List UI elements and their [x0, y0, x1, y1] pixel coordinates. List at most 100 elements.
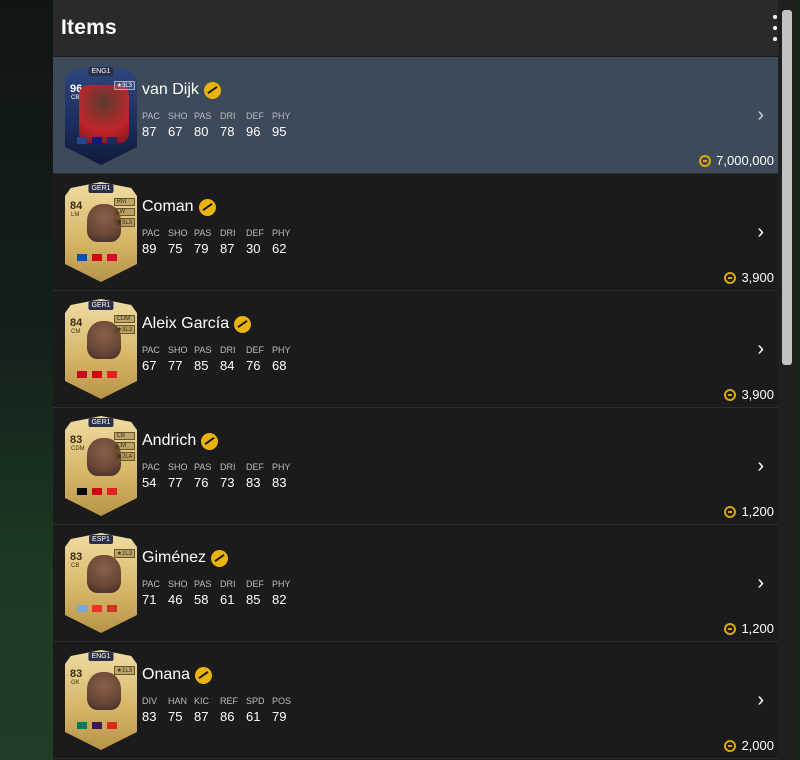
player-card: ENG1 83 GK ★1L3	[65, 650, 137, 750]
chemistry-style-icon	[198, 198, 216, 216]
stat-value: 61	[220, 592, 235, 607]
league-logo-icon	[92, 371, 102, 378]
player-rating: 84	[70, 200, 83, 212]
stat-label: DRI	[220, 345, 236, 355]
stat-value: 46	[168, 592, 183, 607]
player-stats: DIV HAN KIC REF SPD POS 83 75 87 86 61 79	[142, 696, 298, 724]
card-tag: LW	[113, 208, 135, 216]
player-card: ESP1 83 CB ★2L3	[65, 533, 137, 633]
card-tag: ★3L3	[113, 81, 135, 90]
stat-value: 87	[220, 241, 235, 256]
item-price: 1,200	[724, 621, 774, 636]
stat-value: 76	[246, 358, 261, 373]
chemistry-style-icon	[234, 315, 252, 333]
stat-label: PAS	[194, 345, 212, 355]
chevron-right-icon[interactable]: ›	[757, 456, 764, 476]
stat-label: DRI	[220, 579, 236, 589]
stat-value: 77	[168, 475, 183, 490]
stat-label: DEF	[246, 579, 264, 589]
stat-value: 75	[168, 709, 183, 724]
nation-flag-icon	[77, 254, 87, 261]
stat-value: 87	[194, 709, 209, 724]
stat-label: DEF	[246, 345, 264, 355]
item-row[interactable]: GER1 84 LM RM LW ★5L3 Coman PAC SHO PAS DRI DE…	[53, 174, 778, 291]
price-value: 7,000,000	[716, 153, 774, 168]
stat-label: DRI	[220, 462, 236, 472]
background-right	[795, 0, 800, 760]
stat-label: PAC	[142, 111, 160, 121]
card-tag: RM	[113, 198, 135, 206]
stat-label: DEF	[246, 228, 264, 238]
chevron-right-icon[interactable]: ›	[757, 690, 764, 710]
stat-label: PHY	[272, 111, 291, 121]
card-tag: ★2L3	[113, 549, 135, 558]
stat-value: 84	[220, 358, 235, 373]
league-badge: GER1	[88, 418, 114, 427]
item-row[interactable]: GER1 83 CDM CB CM ★2L4 Andrich PAC SHO PAS DR…	[53, 408, 778, 525]
club-badge-icon	[107, 722, 117, 729]
player-position: GK	[71, 680, 80, 686]
player-rating: 83	[70, 434, 83, 446]
stat-label: DRI	[220, 228, 236, 238]
stat-label: PHY	[272, 579, 291, 589]
chevron-right-icon[interactable]: ›	[757, 573, 764, 593]
player-portrait	[87, 672, 121, 710]
stat-label: PHY	[272, 462, 291, 472]
chemistry-style-icon	[203, 81, 221, 99]
card-tag: CB	[113, 432, 135, 440]
stat-label: PAS	[194, 228, 212, 238]
player-position: CDM	[71, 446, 85, 452]
item-row[interactable]: ESP1 83 CB ★2L3 Giménez PAC SHO PAS DRI DEF P…	[53, 525, 778, 642]
player-stats: PAC SHO PAS DRI DEF PHY 71 46 58 61 85 82	[142, 579, 298, 607]
card-tags: ★2L3	[113, 549, 135, 558]
nation-flag-icon	[77, 722, 87, 729]
coin-icon	[724, 271, 737, 284]
chevron-right-icon[interactable]: ›	[757, 222, 764, 242]
item-row[interactable]: ENG1 83 GK ★1L3 Onana DIV HAN KIC REF SPD POS…	[53, 642, 778, 759]
stat-value: 58	[194, 592, 209, 607]
stat-value: 78	[220, 124, 235, 139]
stat-value: 89	[142, 241, 157, 256]
club-badge-icon	[107, 254, 117, 261]
card-tag: CDM	[113, 315, 135, 323]
stat-value: 68	[272, 358, 287, 373]
chemistry-style-icon	[201, 432, 219, 450]
stat-label: REF	[220, 696, 238, 706]
player-stats: PAC SHO PAS DRI DEF PHY 54 77 76 73 83 83	[142, 462, 298, 490]
stat-value: 77	[168, 358, 183, 373]
coin-icon	[724, 622, 737, 635]
player-portrait	[87, 555, 121, 593]
stat-value: 79	[194, 241, 209, 256]
stat-label: DIV	[142, 696, 158, 706]
chevron-right-icon[interactable]: ›	[757, 339, 764, 359]
chemistry-style-icon	[211, 549, 229, 567]
stat-value: 83	[246, 475, 261, 490]
item-row[interactable]: GER1 84 CM CDM ★3L3 Aleix García PAC SHO PA…	[53, 291, 778, 408]
item-row[interactable]: ENG1 96 CB ★3L3 van Dijk PAC SHO PAS DRI DEF…	[53, 57, 778, 174]
league-logo-icon	[92, 722, 102, 729]
price-value: 3,900	[741, 387, 774, 402]
stat-label: POS	[272, 696, 292, 706]
nation-flag-icon	[77, 488, 87, 495]
stat-value: 95	[272, 124, 287, 139]
league-badge: ENG1	[88, 652, 114, 661]
player-name-text: Andrich	[142, 432, 197, 449]
stat-value: 62	[272, 241, 287, 256]
chevron-right-icon[interactable]: ›	[757, 105, 764, 125]
player-stats: PAC SHO PAS DRI DEF PHY 67 77 85 84 76 68	[142, 345, 298, 373]
player-position: CM	[71, 329, 81, 335]
stat-value: 75	[168, 241, 183, 256]
price-value: 3,900	[741, 270, 774, 285]
club-badge-icon	[107, 605, 117, 612]
player-name-text: Aleix García	[142, 315, 230, 332]
player-name-text: van Dijk	[142, 81, 199, 98]
chemistry-style-icon	[195, 666, 213, 684]
player-card: GER1 84 CM CDM ★3L3	[65, 299, 137, 399]
nation-flag-icon	[77, 371, 87, 378]
player-name: Giménez	[142, 549, 229, 567]
stat-label: SHO	[168, 462, 188, 472]
scrollbar-thumb[interactable]	[782, 10, 792, 365]
stat-label: SPD	[246, 696, 265, 706]
stat-value: 71	[142, 592, 157, 607]
card-tag: ★3L3	[113, 325, 135, 334]
